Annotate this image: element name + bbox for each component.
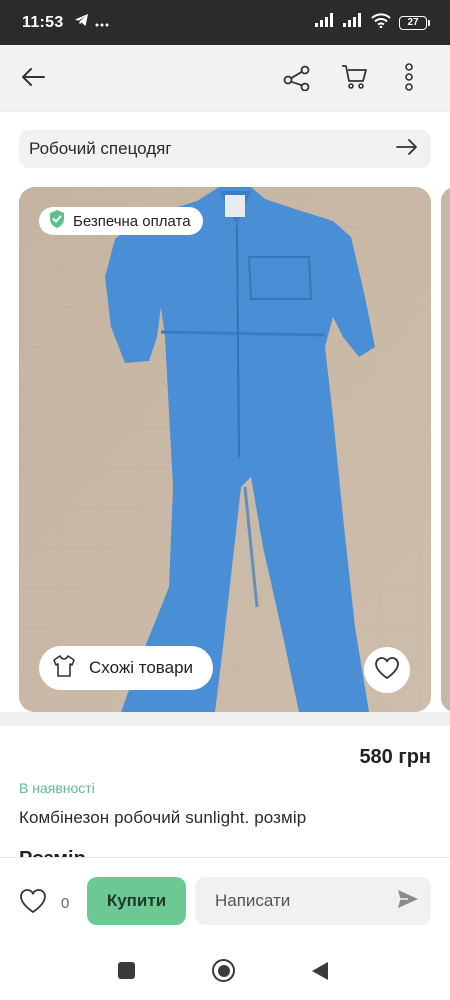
safe-payment-badge: Безпечна оплата — [39, 207, 203, 235]
buy-button[interactable]: Купити — [87, 877, 186, 925]
share-icon[interactable] — [283, 63, 311, 96]
recent-apps-icon[interactable] — [118, 962, 135, 979]
telegram-icon — [74, 13, 89, 32]
safe-payment-label: Безпечна оплата — [73, 212, 191, 230]
message-input[interactable] — [215, 891, 397, 911]
more-dots-icon — [95, 14, 109, 32]
system-nav-bar — [0, 943, 450, 1000]
product-title: Комбінезон робочий sunlight. розмір — [19, 808, 307, 827]
favorite-button[interactable] — [364, 647, 410, 693]
heart-icon — [374, 656, 400, 685]
battery-level: 27 — [399, 15, 427, 30]
product-photo — [19, 187, 431, 712]
status-bar: 11:53 27 — [0, 0, 450, 45]
category-label: Робочий спецодяг — [29, 139, 172, 158]
like-button[interactable]: 0 — [19, 888, 69, 919]
section-separator — [0, 712, 450, 726]
signal-icon — [343, 13, 363, 32]
like-count: 0 — [61, 895, 70, 912]
wifi-icon — [371, 12, 391, 33]
send-icon[interactable] — [397, 889, 419, 914]
next-image-preview[interactable] — [441, 187, 450, 712]
bottom-action-bar: 0 Купити — [0, 857, 450, 943]
arrow-right-icon — [395, 137, 419, 162]
app-bar — [0, 45, 450, 111]
cart-icon[interactable] — [340, 63, 368, 96]
message-field[interactable] — [195, 877, 431, 925]
divider — [0, 111, 450, 112]
back-triangle-icon[interactable] — [312, 962, 328, 980]
tshirt-icon — [51, 653, 77, 684]
product-price: 580 грн — [359, 746, 431, 768]
status-time: 11:53 — [22, 13, 64, 31]
similar-products-label: Схожі товари — [89, 658, 194, 677]
more-vertical-icon[interactable] — [404, 63, 414, 96]
availability-status: В наявності — [19, 780, 95, 796]
back-arrow-icon[interactable] — [20, 64, 46, 95]
product-image-gallery[interactable]: Безпечна оплата Схожі товари — [19, 187, 431, 712]
shield-check-icon — [47, 209, 67, 233]
home-icon[interactable] — [212, 959, 235, 982]
category-link[interactable]: Робочий спецодяг — [19, 130, 431, 168]
heart-icon — [19, 888, 47, 919]
signal-icon — [315, 13, 335, 32]
battery-icon: 27 — [399, 15, 430, 30]
similar-products-button[interactable]: Схожі товари — [39, 646, 214, 690]
